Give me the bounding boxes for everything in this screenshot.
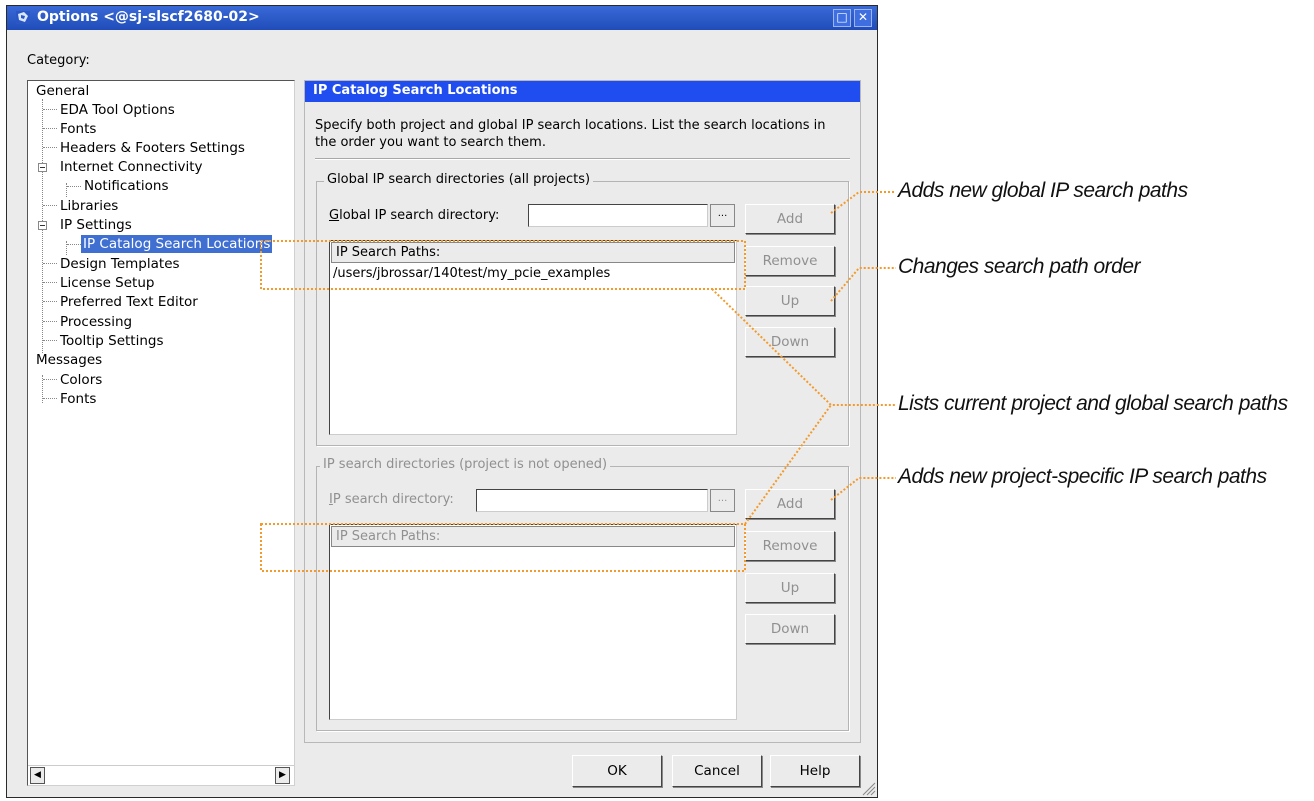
global-remove-button[interactable]: Remove <box>745 246 835 276</box>
tree-horizontal-scrollbar[interactable]: ◀ ▶ <box>28 765 294 785</box>
tree-item-ip-settings[interactable]: IP Settings <box>60 216 132 234</box>
window-title: Options <@sj-slscf2680-02> <box>37 9 260 25</box>
project-up-button[interactable]: Up <box>745 573 835 603</box>
panel-title: IP Catalog Search Locations <box>313 83 518 98</box>
close-button[interactable]: ✕ <box>854 9 872 27</box>
global-browse-button[interactable]: ... <box>710 204 735 227</box>
maximize-button[interactable]: □ <box>833 9 851 27</box>
annotation-add-global: Adds new global IP search paths <box>898 179 1188 202</box>
global-dir-label: Global IP search directory: <box>329 208 500 223</box>
scroll-right-icon[interactable]: ▶ <box>275 767 290 784</box>
category-tree[interactable]: General EDA Tool Options Fonts Headers &… <box>27 80 295 786</box>
panel-description: Specify both project and global IP searc… <box>315 118 826 150</box>
project-group-title: IP search directories (project is not op… <box>320 457 611 472</box>
ok-button[interactable]: OK <box>572 755 662 787</box>
category-label: Category: <box>27 53 90 68</box>
project-add-button[interactable]: Add <box>745 489 835 519</box>
tree-item-processing[interactable]: Processing <box>60 313 132 331</box>
tree-item-preferred-text-editor[interactable]: Preferred Text Editor <box>60 293 198 311</box>
project-dir-input[interactable] <box>476 489 708 512</box>
tree-item-notifications[interactable]: Notifications <box>84 177 169 195</box>
global-group-title: Global IP search directories (all projec… <box>324 172 594 187</box>
tree-item-colors[interactable]: Colors <box>60 371 102 389</box>
global-down-button[interactable]: Down <box>745 327 835 357</box>
global-add-button[interactable]: Add <box>745 204 835 234</box>
annotation-add-project: Adds new project-specific IP search path… <box>898 465 1267 488</box>
tree-item-libraries[interactable]: Libraries <box>60 197 118 215</box>
tree-item-license-setup[interactable]: License Setup <box>60 274 154 292</box>
list-item[interactable]: /users/jbrossar/140test/my_pcie_examples <box>330 264 736 284</box>
tree-item-ip-catalog-search-locations[interactable]: IP Catalog Search Locations <box>81 235 273 253</box>
collapse-internet-icon[interactable] <box>38 163 47 172</box>
collapse-ip-settings-icon[interactable] <box>38 221 47 230</box>
project-remove-button[interactable]: Remove <box>745 531 835 561</box>
tree-item-messages-fonts[interactable]: Fonts <box>60 390 96 408</box>
resize-grip-icon[interactable] <box>860 780 876 796</box>
tree-item-messages[interactable]: Messages <box>36 351 102 369</box>
global-dir-input[interactable] <box>528 204 708 227</box>
panel-header: IP Catalog Search Locations <box>305 81 860 102</box>
annotation-lists: Lists current project and global search … <box>898 392 1288 415</box>
divider <box>315 158 850 160</box>
global-search-paths-list[interactable]: IP Search Paths: /users/jbrossar/140test… <box>329 240 737 435</box>
tree-item-general[interactable]: General <box>36 82 89 100</box>
cancel-button[interactable]: Cancel <box>672 755 762 787</box>
global-up-button[interactable]: Up <box>745 286 835 316</box>
project-down-button[interactable]: Down <box>745 614 835 644</box>
scroll-left-icon[interactable]: ◀ <box>30 767 45 784</box>
project-browse-button[interactable]: ... <box>710 489 735 512</box>
project-list-header[interactable]: IP Search Paths: <box>331 526 735 547</box>
app-icon <box>16 11 30 24</box>
global-list-header[interactable]: IP Search Paths: <box>331 242 735 263</box>
tree-item-internet-connectivity[interactable]: Internet Connectivity <box>60 158 203 176</box>
help-button[interactable]: Help <box>770 755 860 787</box>
tree-item-fonts[interactable]: Fonts <box>60 120 96 138</box>
tree-item-headers-footers[interactable]: Headers & Footers Settings <box>60 139 245 157</box>
title-bar[interactable]: Options <@sj-slscf2680-02> □ ✕ <box>7 6 877 30</box>
project-search-paths-list[interactable]: IP Search Paths: <box>329 524 737 720</box>
tree-item-design-templates[interactable]: Design Templates <box>60 255 180 273</box>
project-dir-label: IP search directory: <box>329 492 454 507</box>
tree-item-tooltip-settings[interactable]: Tooltip Settings <box>60 332 164 350</box>
annotation-order: Changes search path order <box>898 255 1141 278</box>
tree-item-eda-tool-options[interactable]: EDA Tool Options <box>60 101 175 119</box>
